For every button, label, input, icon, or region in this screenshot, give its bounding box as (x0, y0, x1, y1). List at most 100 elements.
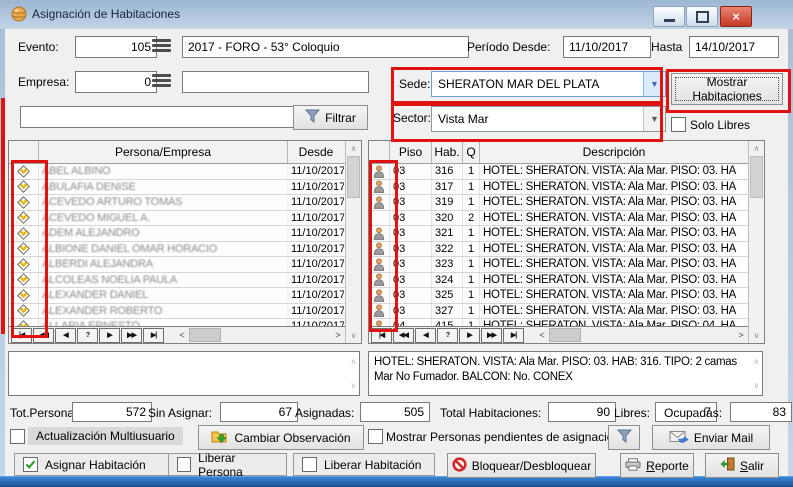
persona-row[interactable]: ALBERDI ALEJANDRA11/10/2017 (9, 257, 345, 273)
h-scroll-thumb[interactable] (189, 328, 221, 342)
persona-row[interactable]: ADEM ALEJANDRO11/10/2017 (9, 226, 345, 242)
hasta-input[interactable]: 14/10/2017 (689, 36, 779, 58)
filtrar-button[interactable]: Filtrar (293, 105, 368, 130)
scroll-down-icon[interactable]: ∨ (350, 378, 356, 393)
solo-libres-checkbox[interactable] (671, 117, 686, 132)
habitacion-row[interactable]: 033221HOTEL: SHERATON. VISTA: Ala Mar. P… (369, 242, 748, 258)
scroll-up-icon[interactable]: ∧ (749, 141, 764, 156)
scroll-right-icon[interactable]: > (331, 330, 345, 340)
persona-row[interactable]: ALBIONE DANIEL OMAR HORACIO11/10/2017 (9, 242, 345, 258)
scroll-down-icon[interactable]: ∨ (749, 328, 764, 343)
empresa-input[interactable]: 0 (75, 71, 157, 93)
persona-row[interactable]: ACEVEDO ARTURO TOMAS11/10/2017 (9, 195, 345, 211)
evento-desc-field[interactable]: 2017 - FORO - 53° Coloquio (182, 36, 469, 58)
habitacion-numero: 324 (432, 273, 463, 288)
record-nav-button[interactable]: ◀◀ (393, 328, 414, 343)
v-scrollbar[interactable]: ∧ ∨ (748, 141, 764, 343)
habitacion-piso: 03 (390, 164, 432, 179)
liberar-persona-checkbox[interactable] (177, 457, 191, 472)
record-nav-button[interactable]: ▶ (99, 328, 120, 343)
bloquear-desbloquear-button[interactable]: Bloquear/Desbloquear (447, 453, 596, 478)
maximize-button[interactable] (686, 6, 718, 27)
record-nav-button[interactable]: |◀ (371, 328, 392, 343)
habitacion-row[interactable]: 033251HOTEL: SHERATON. VISTA: Ala Mar. P… (369, 288, 748, 304)
asignar-checkbox-checked[interactable] (23, 457, 38, 472)
scroll-right-icon[interactable]: > (734, 330, 748, 340)
scroll-down-icon[interactable]: ∨ (753, 378, 759, 393)
habitacion-row[interactable]: 033271HOTEL: SHERATON. VISTA: Ala Mar. P… (369, 304, 748, 320)
persona-desde: 11/10/2017 (288, 257, 344, 272)
ocupadas-label: Ocupadas: (664, 406, 722, 420)
mostrar-habitaciones-button[interactable]: Mostrar Habitaciones (671, 73, 783, 105)
empresa-desc-field[interactable] (182, 71, 369, 93)
habitacion-row[interactable]: 044151HOTEL: SHERATON. VISTA: Ala Mar. P… (369, 319, 748, 326)
enviar-mail-button[interactable]: Enviar Mail (652, 425, 770, 450)
evento-browse-icon[interactable] (152, 39, 171, 52)
scroll-down-icon[interactable]: ∨ (346, 328, 361, 343)
scroll-up-icon[interactable]: ∧ (350, 354, 356, 369)
habitacion-piso: 03 (390, 304, 432, 319)
liberar-persona-toggle[interactable]: Liberar Persona (168, 453, 287, 476)
persona-row[interactable]: ACEVEDO MIGUEL A.11/10/2017 (9, 211, 345, 227)
habitacion-row[interactable]: 033171HOTEL: SHERATON. VISTA: Ala Mar. P… (369, 180, 748, 196)
funnel-icon (305, 109, 320, 126)
record-nav-button[interactable]: ▶| (143, 328, 164, 343)
minimize-button[interactable] (653, 6, 685, 27)
record-nav-button[interactable]: ? (77, 328, 98, 343)
habitacion-row[interactable]: 033191HOTEL: SHERATON. VISTA: Ala Mar. P… (369, 195, 748, 211)
habitacion-descripcion: HOTEL: SHERATON. VISTA: Ala Mar. PISO: 0… (480, 211, 748, 226)
cambiar-observacion-button[interactable]: Cambiar Observación (198, 425, 364, 450)
salir-button[interactable]: Salir (705, 453, 779, 478)
total-habitaciones-label: Total Habitaciones: (440, 406, 541, 420)
record-nav-button[interactable]: ▶▶ (121, 328, 142, 343)
scroll-up-icon[interactable]: ∧ (753, 354, 759, 369)
scroll-left-icon[interactable]: < (535, 330, 549, 340)
multiusuario-checkbox[interactable] (10, 429, 25, 444)
habitacion-row[interactable]: 033202HOTEL: SHERATON. VISTA: Ala Mar. P… (369, 211, 748, 227)
habitacion-row[interactable]: 033231HOTEL: SHERATON. VISTA: Ala Mar. P… (369, 257, 748, 273)
record-nav-button[interactable]: ◀ (415, 328, 436, 343)
empresa-browse-icon[interactable] (152, 74, 171, 87)
h-scrollbar[interactable]: < > (535, 328, 748, 342)
pendientes-checkbox[interactable] (368, 429, 383, 444)
persona-row[interactable]: ALLARIA ERNESTO11/10/2017 (9, 319, 345, 326)
persona-row[interactable]: ALEXANDER DANIEL11/10/2017 (9, 288, 345, 304)
sede-combo[interactable]: SHERATON MAR DEL PLATA ▼ (431, 71, 666, 97)
observacion-left-box[interactable]: ∧ ∨ (8, 351, 360, 396)
chevron-down-icon[interactable]: ▼ (643, 107, 665, 131)
reporte-button[interactable]: Reporte (620, 453, 694, 478)
record-nav-button[interactable]: |◀ (11, 328, 32, 343)
pendientes-filter-button[interactable] (608, 425, 640, 450)
persona-row[interactable]: ABULAFIA DENISE11/10/2017 (9, 180, 345, 196)
chevron-down-icon[interactable]: ▼ (643, 72, 665, 96)
h-scrollbar[interactable]: < > (175, 328, 345, 342)
habitacion-row[interactable]: 033241HOTEL: SHERATON. VISTA: Ala Mar. P… (369, 273, 748, 289)
asignar-habitacion-toggle[interactable]: Asignar Habitación (14, 453, 180, 476)
record-nav-button[interactable]: ▶| (503, 328, 524, 343)
record-nav-button[interactable]: ? (437, 328, 458, 343)
record-nav-button[interactable]: ▶ (459, 328, 480, 343)
scroll-up-icon[interactable]: ∧ (346, 141, 361, 156)
evento-input[interactable]: 105 (75, 36, 157, 58)
close-button[interactable]: × (720, 6, 752, 27)
persona-filter-input[interactable] (20, 106, 298, 128)
persona-row[interactable]: ABEL ALBINO11/10/2017 (9, 164, 345, 180)
persona-row[interactable]: ALEXANDER ROBERTO11/10/2017 (9, 304, 345, 320)
periodo-desde-input[interactable]: 11/10/2017 (563, 36, 651, 58)
sector-combo[interactable]: Vista Mar ▼ (431, 106, 666, 132)
liberar-habitacion-toggle[interactable]: Liberar Habitación (293, 453, 435, 476)
liberar-habitacion-checkbox[interactable] (302, 457, 317, 472)
v-scrollbar[interactable]: ∧ ∨ (345, 141, 361, 343)
habitacion-row[interactable]: 033161HOTEL: SHERATON. VISTA: Ala Mar. P… (369, 164, 748, 180)
record-nav-button[interactable]: ▶▶ (481, 328, 502, 343)
habitacion-row[interactable]: 033211HOTEL: SHERATON. VISTA: Ala Mar. P… (369, 226, 748, 242)
mostrar-line1: Mostrar (707, 75, 748, 89)
scroll-left-icon[interactable]: < (175, 330, 189, 340)
v-scroll-thumb[interactable] (347, 156, 360, 198)
persona-row[interactable]: ALCOLEAS NOELIA PAULA11/10/2017 (9, 273, 345, 289)
h-scroll-thumb[interactable] (549, 328, 581, 342)
observacion-habitacion-box[interactable]: HOTEL: SHERATON. VISTA: Ala Mar. PISO: 0… (368, 351, 763, 396)
v-scroll-thumb[interactable] (750, 156, 763, 198)
record-nav-button[interactable]: ◀◀ (33, 328, 54, 343)
record-nav-button[interactable]: ◀ (55, 328, 76, 343)
